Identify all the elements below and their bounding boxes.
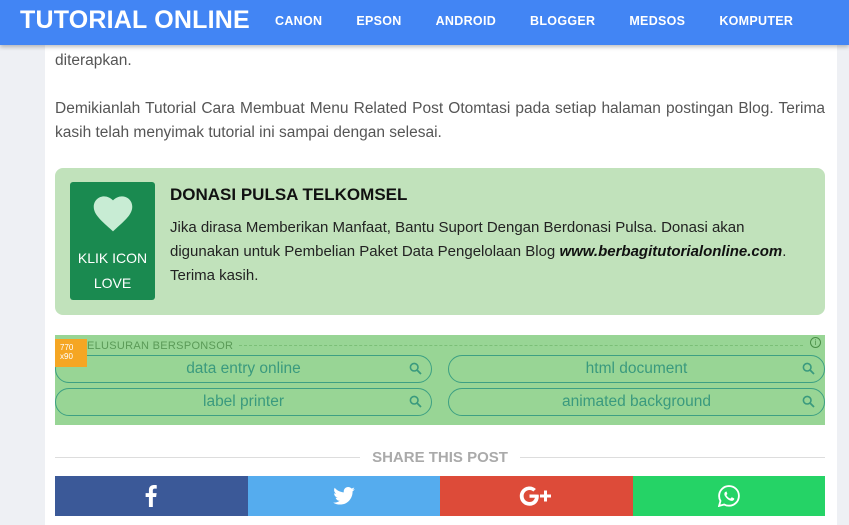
love-button[interactable]: KLIK ICON LOVE xyxy=(70,182,155,300)
main-nav: CANON EPSON ANDROID BLOGGER MEDSOS KOMPU… xyxy=(275,14,827,28)
share-divider-right xyxy=(520,457,825,458)
search-suggestion[interactable]: animated background xyxy=(448,388,825,416)
nav-item-medsos[interactable]: MEDSOS xyxy=(629,14,685,28)
donation-title: DONASI PULSA TELKOMSEL xyxy=(170,185,408,204)
search-icon xyxy=(802,362,815,375)
donation-text: Jika dirasa Memberikan Manfaat, Bantu Su… xyxy=(170,216,810,288)
share-google-plus-button[interactable] xyxy=(440,476,633,516)
donation-box: KLIK ICON LOVE DONASI PULSA TELKOMSEL Ji… xyxy=(55,168,825,315)
nav-item-blogger[interactable]: BLOGGER xyxy=(530,14,595,28)
top-navbar: TUTORIAL ONLINE CANON EPSON ANDROID BLOG… xyxy=(0,0,849,45)
share-buttons xyxy=(55,476,825,516)
nav-item-android[interactable]: ANDROID xyxy=(436,14,496,28)
share-heading: SHARE THIS POST xyxy=(55,446,825,470)
heart-icon xyxy=(93,196,133,232)
search-suggestion[interactable]: data entry online xyxy=(55,355,432,383)
article-paragraph: diterapkan. xyxy=(55,52,132,69)
sponsor-divider xyxy=(239,345,803,346)
site-brand[interactable]: TUTORIAL ONLINE xyxy=(20,6,250,35)
search-icon xyxy=(802,395,815,408)
info-icon[interactable]: i xyxy=(810,337,821,348)
badge-height: x90 xyxy=(60,352,73,361)
love-label-line1: KLIK ICON xyxy=(77,250,148,266)
nav-item-canon[interactable]: CANON xyxy=(275,14,322,28)
search-icon xyxy=(409,395,422,408)
facebook-icon xyxy=(145,485,157,507)
donation-site-link[interactable]: www.berbagitutorialonline.com xyxy=(559,243,782,260)
search-icon xyxy=(409,362,422,375)
ad-size-badge: 770 x90 xyxy=(55,339,87,367)
search-suggestion[interactable]: label printer xyxy=(55,388,432,416)
badge-width: 770 xyxy=(60,343,74,352)
search-suggestion[interactable]: html document xyxy=(448,355,825,383)
nav-item-komputer[interactable]: KOMPUTER xyxy=(719,14,793,28)
share-facebook-button[interactable] xyxy=(55,476,248,516)
love-button-label: KLIK ICON LOVE xyxy=(70,246,155,296)
sponsored-search-ad: ELUSURAN BERSPONSOR i data entry online … xyxy=(55,335,825,425)
whatsapp-icon xyxy=(717,485,740,507)
love-label-line2: LOVE xyxy=(93,275,132,291)
share-whatsapp-button[interactable] xyxy=(632,476,825,516)
sponsor-label: ELUSURAN BERSPONSOR xyxy=(87,340,234,352)
search-suggestion-label: animated background xyxy=(561,393,712,410)
search-suggestion-label: label printer xyxy=(203,393,284,410)
share-twitter-button[interactable] xyxy=(247,476,440,516)
article-paragraph-closing: Demikianlah Tutorial Cara Membuat Menu R… xyxy=(55,100,825,141)
search-suggestion-label: html document xyxy=(585,360,688,377)
search-suggestion-label: data entry online xyxy=(186,360,301,377)
twitter-icon xyxy=(332,487,355,505)
nav-item-epson[interactable]: EPSON xyxy=(356,14,401,28)
google-plus-icon xyxy=(520,486,552,506)
post-content: diterapkan. Demikianlah Tutorial Cara Me… xyxy=(45,45,837,525)
